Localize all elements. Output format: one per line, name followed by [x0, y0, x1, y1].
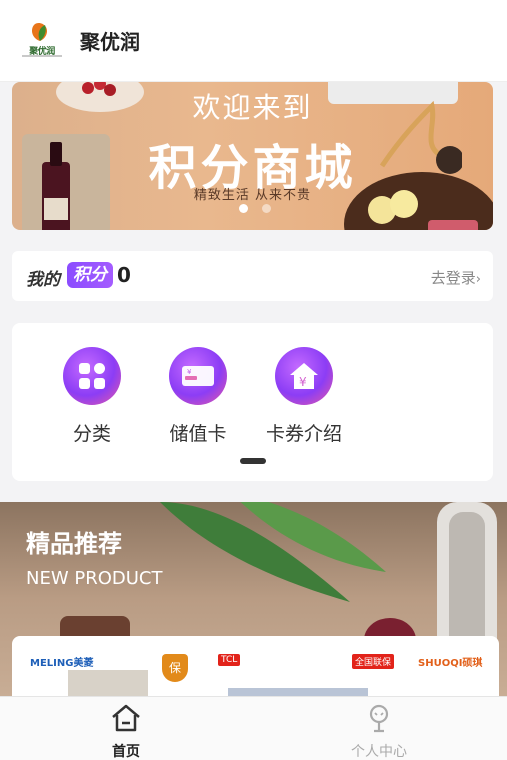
coupon-house-icon: ¥ — [275, 347, 333, 405]
tab-home[interactable]: 首页 — [66, 703, 186, 760]
menu-item-category[interactable]: 分类 — [50, 347, 134, 446]
svg-text:¥: ¥ — [187, 368, 192, 376]
stored-value-card-icon: ¥ — [169, 347, 227, 405]
menu-scroll-indicator — [240, 458, 266, 464]
tab-home-label: 首页 — [112, 744, 140, 760]
points-value: 0 — [117, 263, 131, 287]
banner-subtitle: 精致生活 从来不贵 — [193, 188, 312, 203]
banner-headline-welcome: 欢迎来到 — [192, 91, 313, 124]
points-badge: 积分 — [67, 262, 113, 288]
carousel-dot-1[interactable] — [239, 204, 248, 213]
brand-meling[interactable]: MELING美菱 — [30, 654, 93, 669]
login-link[interactable]: 去登录› — [431, 267, 481, 288]
bottom-tab-bar: 首页 个人中心 — [0, 696, 507, 760]
featured-products-section: 精品推荐 NEW PRODUCT MELING美菱 保 TCL 全国联保 SHU… — [0, 502, 507, 696]
tab-profile[interactable]: 个人中心 — [319, 703, 439, 760]
section-title: 精品推荐 — [26, 530, 122, 558]
brand-strip[interactable]: MELING美菱 保 TCL 全国联保 SHUOQI硕琪 — [12, 636, 499, 696]
page-title: 聚优润 — [80, 30, 140, 54]
menu-item-stored-value-card[interactable]: ¥ 储值卡 — [156, 347, 240, 446]
carousel-dot-2[interactable] — [262, 204, 271, 213]
nationwide-warranty-tag: 全国联保 — [352, 654, 395, 669]
palm-leaf-decor-icon — [160, 502, 386, 602]
logo-tagline — [22, 55, 62, 57]
category-grid-icon — [63, 347, 121, 405]
carousel-dots — [239, 204, 271, 213]
svg-text:¥: ¥ — [299, 375, 307, 389]
tab-profile-label: 个人中心 — [351, 744, 407, 760]
leaf-logo-icon — [32, 22, 48, 41]
section-subtitle: NEW PRODUCT — [26, 568, 163, 589]
menu-item-coupon-intro[interactable]: ¥ 卡券介绍 — [262, 347, 346, 446]
warranty-shield-icon: 保 — [162, 654, 188, 682]
menu-label-coupon-intro: 卡券介绍 — [265, 423, 342, 445]
feature-menu: 分类 ¥ 储值卡 ¥ 卡券介绍 — [12, 323, 493, 481]
brand-tcl[interactable]: TCL — [218, 654, 241, 666]
my-points-card: 我的 积分 0 去登录› — [12, 251, 493, 301]
chevron-right-icon: › — [475, 272, 481, 287]
brand-shuoqi[interactable]: SHUOQI硕琪 — [418, 654, 482, 669]
app-logo: 聚优润 — [22, 20, 62, 60]
app-header: 聚优润 聚优润 — [0, 0, 507, 82]
tv-product-image — [228, 688, 368, 696]
fridge-product-image — [68, 670, 148, 696]
login-link-label: 去登录 — [430, 269, 476, 287]
menu-label-stored-value-card: 储值卡 — [169, 423, 227, 445]
points-label: 我的 — [26, 270, 60, 290]
promo-banner[interactable]: 欢迎来到 积分商城 精致生活 从来不贵 — [12, 82, 493, 230]
profile-icon — [369, 704, 389, 733]
menu-label-category: 分类 — [72, 423, 111, 445]
home-icon — [112, 704, 140, 732]
